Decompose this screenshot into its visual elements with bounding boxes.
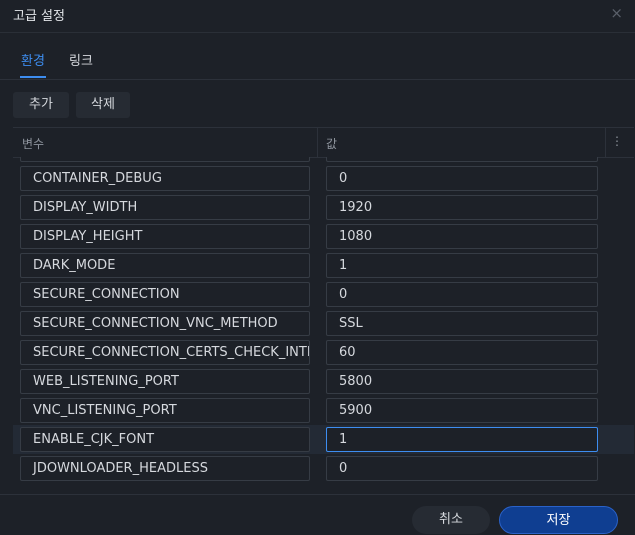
table-header: 변수 값 ⋮: [13, 127, 634, 158]
table-row: SECURE_CONNECTION 0: [13, 280, 634, 309]
table-row: [13, 157, 634, 164]
column-divider[interactable]: [317, 128, 318, 157]
variable-value-input[interactable]: 5900: [326, 398, 598, 423]
tab-environment[interactable]: 환경: [21, 50, 45, 69]
column-divider[interactable]: [605, 128, 606, 157]
tab-bar: 환경 링크: [0, 33, 635, 80]
add-button[interactable]: 추가: [13, 92, 69, 118]
tab-link[interactable]: 링크: [69, 50, 93, 69]
variable-name-input[interactable]: JDOWNLOADER_HEADLESS: [20, 456, 310, 481]
cancel-button[interactable]: 취소: [412, 506, 490, 534]
table-row: JDOWNLOADER_HEADLESS 0: [13, 454, 634, 483]
save-button[interactable]: 저장: [499, 506, 618, 534]
variable-name-input[interactable]: CONTAINER_DEBUG: [20, 166, 310, 191]
variable-value-input[interactable]: [326, 157, 598, 162]
variable-value-input[interactable]: 0: [326, 282, 598, 307]
variable-value-input[interactable]: 0: [326, 166, 598, 191]
variable-value-input[interactable]: 1080: [326, 224, 598, 249]
table-row: CONTAINER_DEBUG 0: [13, 164, 634, 193]
dialog-titlebar: 고급 설정 ×: [0, 0, 635, 33]
variable-value-input[interactable]: 5800: [326, 369, 598, 394]
variable-name-input[interactable]: DISPLAY_WIDTH: [20, 195, 310, 220]
variable-value-input[interactable]: 0: [326, 456, 598, 481]
variable-name-input[interactable]: [20, 157, 310, 162]
close-icon[interactable]: ×: [610, 4, 623, 22]
table-row: DISPLAY_HEIGHT 1080: [13, 222, 634, 251]
table-row: WEB_LISTENING_PORT 5800: [13, 367, 634, 396]
column-header-value[interactable]: 값: [326, 135, 337, 152]
column-menu-icon[interactable]: ⋮: [611, 134, 623, 148]
dialog-title: 고급 설정: [13, 9, 65, 24]
variable-name-input[interactable]: ENABLE_CJK_FONT: [20, 427, 310, 452]
variable-name-input[interactable]: DARK_MODE: [20, 253, 310, 278]
variable-value-input[interactable]: 1: [326, 427, 598, 452]
table-row: DISPLAY_WIDTH 1920: [13, 193, 634, 222]
variable-value-input[interactable]: SSL: [326, 311, 598, 336]
table-row: SECURE_CONNECTION_CERTS_CHECK_INTERVAL 6…: [13, 338, 634, 367]
variable-value-input[interactable]: 1: [326, 253, 598, 278]
variable-name-input[interactable]: SECURE_CONNECTION_CERTS_CHECK_INTERVAL: [20, 340, 310, 365]
table-row-selected: ENABLE_CJK_FONT 1: [13, 425, 634, 454]
active-tab-indicator: [20, 76, 46, 78]
variable-name-input[interactable]: DISPLAY_HEIGHT: [20, 224, 310, 249]
variable-name-input[interactable]: VNC_LISTENING_PORT: [20, 398, 310, 423]
variable-name-input[interactable]: SECURE_CONNECTION: [20, 282, 310, 307]
variable-name-input[interactable]: WEB_LISTENING_PORT: [20, 369, 310, 394]
variable-value-input[interactable]: 60: [326, 340, 598, 365]
column-header-variable[interactable]: 변수: [22, 135, 44, 152]
table-row: SECURE_CONNECTION_VNC_METHOD SSL: [13, 309, 634, 338]
delete-button[interactable]: 삭제: [76, 92, 130, 118]
table-row: DARK_MODE 1: [13, 251, 634, 280]
variable-value-input[interactable]: 1920: [326, 195, 598, 220]
table-body: CONTAINER_DEBUG 0 DISPLAY_WIDTH 1920 DIS…: [13, 157, 634, 484]
footer-divider: [0, 494, 635, 495]
table-row: VNC_LISTENING_PORT 5900: [13, 396, 634, 425]
variable-name-input[interactable]: SECURE_CONNECTION_VNC_METHOD: [20, 311, 310, 336]
